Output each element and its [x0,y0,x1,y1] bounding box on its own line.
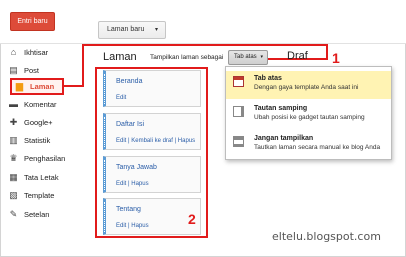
drag-handle-icon[interactable] [104,202,105,232]
page-item-tentang[interactable]: Tentang Edit | Hapus [103,198,201,235]
sidebar-item-ikhtisar[interactable]: ⌂ Ikhtisar [8,45,82,59]
sidebar-item-komentar[interactable]: ▬ Komentar [8,97,82,111]
sidebar-item-label: Setelan [24,209,50,219]
page-name[interactable]: Daftar Isi [116,121,144,128]
side-links-icon [233,106,244,117]
page-item-daftar-isi[interactable]: Daftar Isi Edit | Kembali ke draf | Hapu… [103,113,201,150]
page-actions[interactable]: Edit | Kembali ke draf | Hapus [116,138,195,144]
page-actions[interactable]: Edit | Hapus [116,223,149,229]
menu-item-desc: Tautkan laman secara manual ke blog Anda [254,144,381,151]
page-icon: ▆ [16,81,23,91]
drafts-title: Draf [287,50,308,62]
watermark: eltelu.blogspot.com [272,230,381,243]
menu-item-tab-atas[interactable]: Tab atas Dengan gaya template Anda saat … [226,71,391,99]
sidebar-item-label: Template [24,190,55,200]
sidebar-item-label: Penghasilan [24,153,66,163]
layout-icon: ▦ [9,171,18,182]
new-post-button[interactable]: Entri baru [10,12,55,31]
page-item-beranda[interactable]: Beranda Edit [103,70,201,107]
display-as-label: Tampilkan laman sebagai [150,54,224,61]
hidden-links-icon [233,136,244,147]
drag-handle-icon[interactable] [104,74,105,104]
template-icon: ▧ [9,189,18,200]
menu-item-title: Tab atas [254,75,282,82]
sidebar-item-label: Tata Letak [24,172,59,182]
sidebar-item-googleplus[interactable]: ✚ Google+ [8,115,82,129]
wrench-icon: ✎ [9,208,18,219]
trophy-icon: ♛ [9,152,18,163]
sidebar-item-penghasilan[interactable]: ♛ Penghasilan [8,151,82,165]
sidebar-item-post[interactable]: ▤ Post [8,63,82,77]
display-mode-value: Tab atas [234,54,257,60]
display-mode-menu: Tab atas Dengan gaya template Anda saat … [225,66,392,160]
page-title: Laman [103,51,137,63]
sidebar-item-label: Post [24,65,40,75]
new-page-button[interactable]: Laman baru ▾ [98,21,166,39]
sidebar-item-laman[interactable]: ▆ Laman [10,78,64,95]
stats-icon: ▥ [9,134,18,145]
page-item-tanya-jawab[interactable]: Tanya Jawab Edit | Hapus [103,156,201,193]
chevron-down-icon: ▾ [154,27,158,33]
sidebar-item-label: Ikhtisar [24,47,49,57]
display-mode-dropdown[interactable]: Tab atas ▾ [228,50,268,65]
sidebar-item-label: Statistik [24,135,51,145]
menu-item-jangan-tampilkan[interactable]: Jangan tampilkan Tautkan laman secara ma… [226,131,391,159]
home-icon: ⌂ [10,46,17,57]
sidebar-item-setelan[interactable]: ✎ Setelan [8,207,82,221]
chevron-down-icon: ▾ [260,54,263,60]
page-actions[interactable]: Edit [116,95,126,101]
sidebar-item-template[interactable]: ▧ Template [8,188,82,202]
google-plus-icon: ✚ [9,116,18,127]
drag-handle-icon[interactable] [104,160,105,190]
menu-item-title: Jangan tampilkan [254,135,314,142]
drag-handle-icon[interactable] [104,117,105,147]
page-actions[interactable]: Edit | Hapus [116,181,149,187]
page-name[interactable]: Tentang [116,206,141,213]
top-toolbar: Entri baru Laman baru ▾ [0,0,406,44]
annotation-marker-1: 1 [332,50,340,66]
annotation-line-h1 [64,85,84,87]
menu-item-title: Tautan samping [254,105,308,112]
menu-item-desc: Dengan gaya template Anda saat ini [254,84,359,91]
comment-icon: ▬ [9,98,18,109]
menu-item-desc: Ubah posisi ke gadget tautan samping [254,114,365,121]
annotation-line-v1 [82,44,84,87]
sidebar-item-label: Google+ [24,117,53,127]
sidebar-item-statistik[interactable]: ▥ Statistik [8,133,82,147]
post-icon: ▤ [9,64,18,75]
annotation-line-h2 [82,44,328,46]
annotation-marker-2: 2 [188,211,196,227]
new-page-button-label: Laman baru [107,26,145,33]
page-name[interactable]: Tanya Jawab [116,164,157,171]
sidebar-item-label: Komentar [24,99,57,109]
sidebar-item-label: Laman [30,82,55,91]
menu-item-tautan-samping[interactable]: Tautan samping Ubah posisi ke gadget tau… [226,101,391,129]
sidebar-item-tata-letak[interactable]: ▦ Tata Letak [8,170,82,184]
top-tabs-icon [233,76,244,87]
page-name[interactable]: Beranda [116,78,142,85]
